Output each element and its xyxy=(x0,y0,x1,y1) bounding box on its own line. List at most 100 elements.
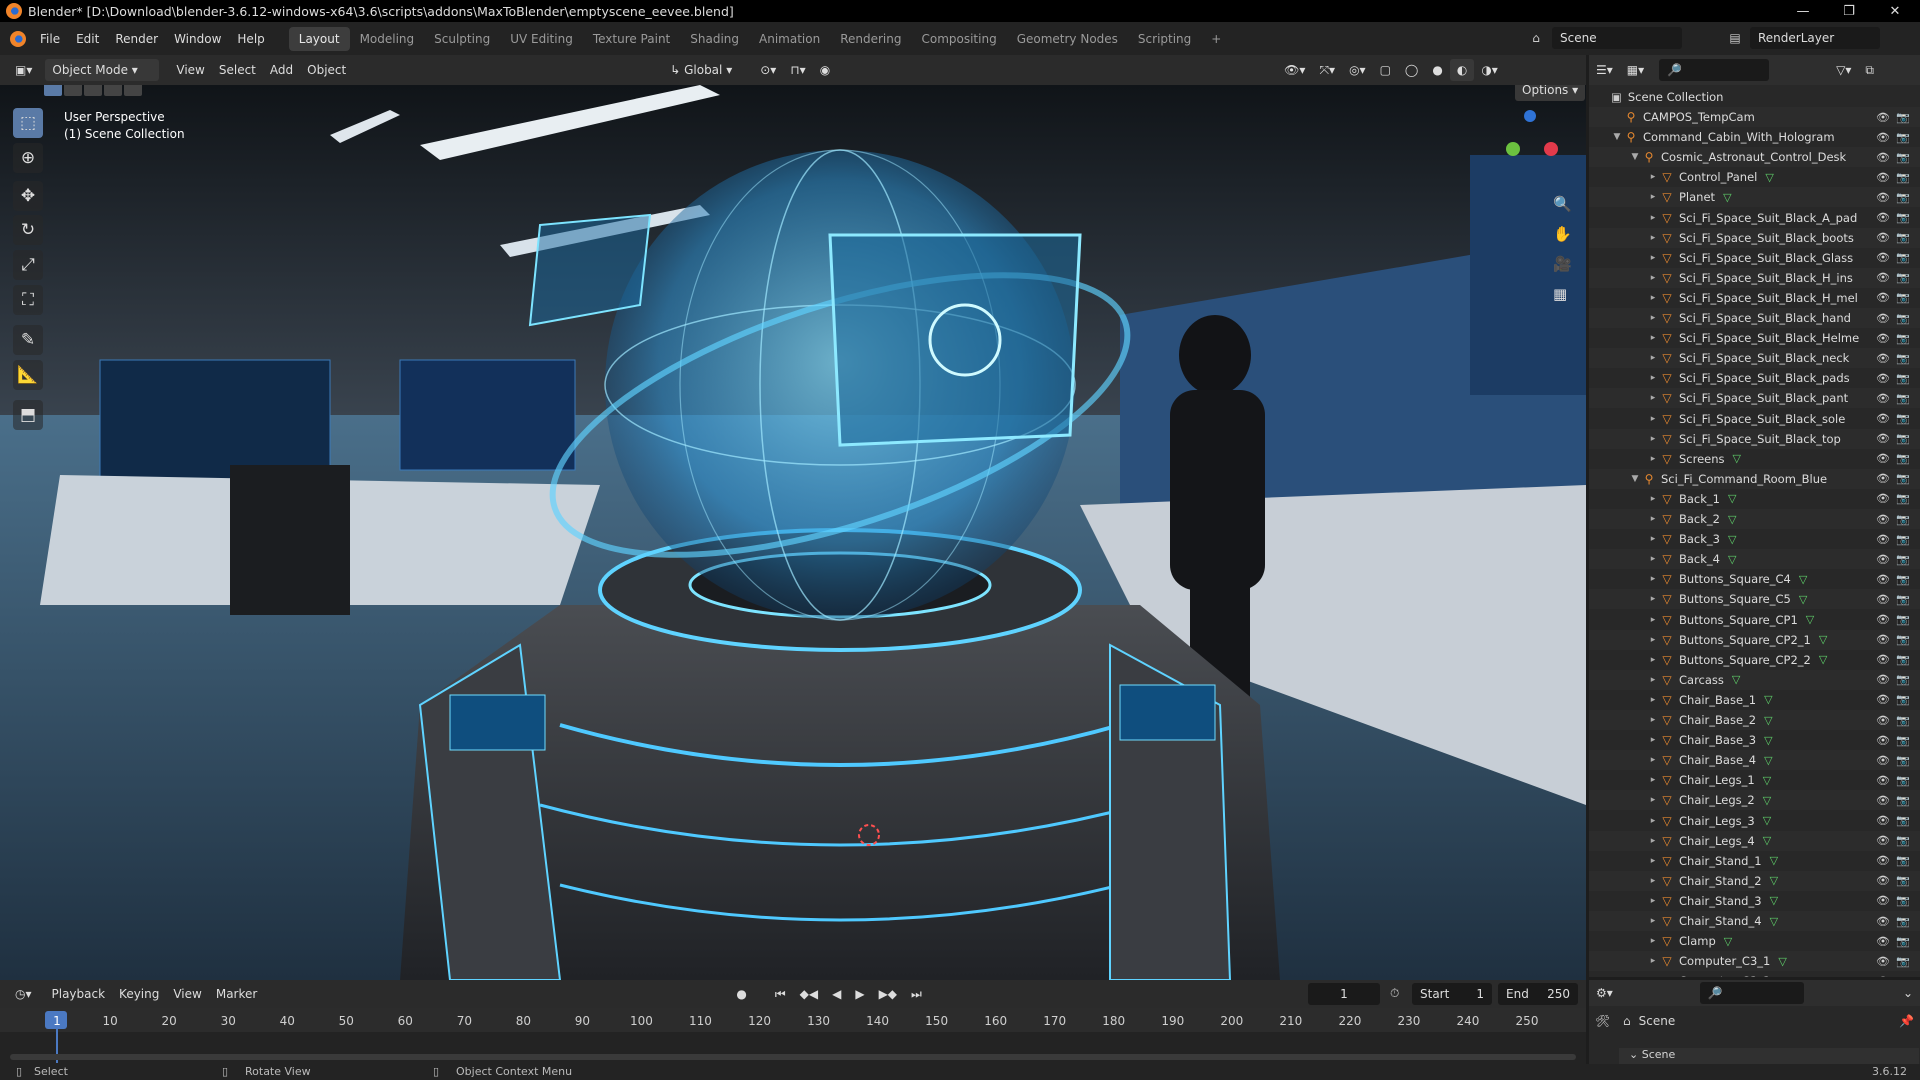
outliner-row[interactable]: ▸ ▽ Sci_Fi_Space_Suit_Black_Helme 👁 📷 xyxy=(1589,328,1920,348)
outliner-row[interactable]: ▸ ▽ Planet ▽ 👁 📷 xyxy=(1589,187,1920,208)
visibility-eye-icon[interactable]: 👁 xyxy=(1876,513,1890,526)
render-camera-icon[interactable]: 📷 xyxy=(1896,131,1910,144)
x-axis-icon[interactable] xyxy=(1544,142,1558,156)
expand-toggle-icon[interactable]: ▸ xyxy=(1647,755,1659,765)
tab-modeling[interactable]: Modeling xyxy=(350,27,425,51)
render-camera-icon[interactable]: 📷 xyxy=(1896,151,1910,164)
transform-tool-icon[interactable]: ⛶ xyxy=(13,285,43,315)
expand-toggle-icon[interactable]: ▸ xyxy=(1647,956,1659,966)
visibility-eye-icon[interactable]: 👁 xyxy=(1876,231,1890,244)
select-subtract-icon[interactable] xyxy=(84,85,102,96)
proportional-edit-icon[interactable]: ◉ xyxy=(813,59,837,81)
move-tool-icon[interactable]: ✥ xyxy=(13,181,43,211)
tab-texture-paint[interactable]: Texture Paint xyxy=(583,27,680,51)
expand-toggle-icon[interactable]: ▸ xyxy=(1647,936,1659,946)
viewport-menu-select[interactable]: Select xyxy=(212,59,263,81)
annotate-tool-icon[interactable]: ✎ xyxy=(13,325,43,355)
expand-toggle-icon[interactable]: ▸ xyxy=(1647,695,1659,705)
render-camera-icon[interactable]: 📷 xyxy=(1896,673,1910,686)
visibility-eye-icon[interactable]: 👁 xyxy=(1876,352,1890,365)
add-cube-tool-icon[interactable]: ⬒ xyxy=(13,400,43,430)
outliner-row[interactable]: ▸ ▽ Back_3 ▽ 👁 📷 xyxy=(1589,529,1920,549)
rotate-tool-icon[interactable]: ↻ xyxy=(13,215,43,245)
visibility-eye-icon[interactable]: 👁 xyxy=(1876,593,1890,606)
outliner-row[interactable]: ▸ ▽ Clamp ▽ 👁 📷 xyxy=(1589,931,1920,951)
wireframe-shading-icon[interactable]: ◯ xyxy=(1398,59,1425,81)
tab-animation[interactable]: Animation xyxy=(749,27,830,51)
visibility-eye-icon[interactable]: 👁 xyxy=(1876,935,1890,948)
expand-toggle-icon[interactable]: ▸ xyxy=(1647,856,1659,866)
scene-selector[interactable]: Scene xyxy=(1552,27,1682,49)
next-keyframe-icon[interactable]: ▶◆ xyxy=(872,983,904,1005)
select-extend-icon[interactable] xyxy=(64,85,82,96)
expand-toggle-icon[interactable]: ▸ xyxy=(1647,594,1659,604)
select-new-icon[interactable] xyxy=(44,85,62,96)
view-layer-icon[interactable]: ▤ xyxy=(1724,27,1746,49)
expand-toggle-icon[interactable]: ▸ xyxy=(1647,414,1659,424)
visibility-eye-icon[interactable]: 👁 xyxy=(1876,814,1890,827)
menu-window[interactable]: Window xyxy=(166,27,229,51)
render-camera-icon[interactable]: 📷 xyxy=(1896,794,1910,807)
render-camera-icon[interactable]: 📷 xyxy=(1896,754,1910,767)
expand-toggle-icon[interactable]: ▸ xyxy=(1647,393,1659,403)
render-camera-icon[interactable]: 📷 xyxy=(1896,231,1910,244)
frame-ruler[interactable]: 1 10 20 30 40 50 60 70 80 90 100 110 120 130 140 150 160… xyxy=(0,1008,1586,1032)
visibility-eye-icon[interactable]: 👁 xyxy=(1876,533,1890,546)
visibility-eye-icon[interactable]: 👁 xyxy=(1876,854,1890,867)
menu-render[interactable]: Render xyxy=(107,27,166,51)
outliner-row[interactable]: ▸ ▽ Sci_Fi_Space_Suit_Black_Glass 👁 📷 xyxy=(1589,248,1920,268)
outliner-row[interactable]: ▸ ▽ Chair_Base_4 ▽ 👁 📷 xyxy=(1589,750,1920,771)
render-camera-icon[interactable]: 📷 xyxy=(1896,814,1910,827)
maximize-button[interactable]: ❐ xyxy=(1826,0,1872,22)
overlay-icon[interactable]: ◎▾ xyxy=(1342,59,1373,81)
expand-toggle-icon[interactable]: ▸ xyxy=(1647,454,1659,464)
outliner-row[interactable]: ▸ ▽ Chair_Stand_2 ▽ 👁 📷 xyxy=(1589,870,1920,891)
visibility-icon[interactable]: 👁▾ xyxy=(1277,59,1312,81)
visibility-eye-icon[interactable]: 👁 xyxy=(1876,332,1890,345)
render-camera-icon[interactable]: 📷 xyxy=(1896,312,1910,325)
visibility-eye-icon[interactable]: 👁 xyxy=(1876,714,1890,727)
prev-keyframe-icon[interactable]: ◆◀ xyxy=(793,983,825,1005)
outliner-root[interactable]: ▣ Scene Collection xyxy=(1589,87,1920,107)
outliner-row[interactable]: ▸ ▽ Chair_Legs_2 ▽ 👁 📷 xyxy=(1589,790,1920,811)
render-camera-icon[interactable]: 📷 xyxy=(1896,271,1910,284)
blender-menu-icon[interactable] xyxy=(10,30,26,47)
render-camera-icon[interactable]: 📷 xyxy=(1896,613,1910,626)
outliner-row[interactable]: ▸ ▽ Back_2 ▽ 👁 📷 xyxy=(1589,509,1920,529)
play-icon[interactable]: ▶ xyxy=(848,983,871,1005)
outliner-row[interactable]: ▸ ▽ Sci_Fi_Space_Suit_Black_H_mel 👁 📷 xyxy=(1589,288,1920,308)
3d-viewport[interactable]: User Perspective (1) Scene Collection ⬚ … xyxy=(0,85,1586,980)
render-camera-icon[interactable]: 📷 xyxy=(1896,874,1910,887)
outliner-row[interactable]: ▸ ▽ Sci_Fi_Space_Suit_Black_pads 👁 📷 xyxy=(1589,368,1920,388)
outliner-row[interactable]: ▸ ▽ Chair_Base_3 ▽ 👁 📷 xyxy=(1589,730,1920,750)
solid-shading-icon[interactable]: ● xyxy=(1425,59,1449,81)
render-camera-icon[interactable]: 📷 xyxy=(1896,593,1910,606)
visibility-eye-icon[interactable]: 👁 xyxy=(1876,432,1890,445)
render-camera-icon[interactable]: 📷 xyxy=(1896,452,1910,465)
outliner-row[interactable]: ▸ ▽ Buttons_Square_C5 ▽ 👁 📷 xyxy=(1589,589,1920,610)
view-layer-selector[interactable]: RenderLayer xyxy=(1750,27,1880,49)
viewport-menu-add[interactable]: Add xyxy=(263,59,300,81)
mode-selector[interactable]: Object Mode ▾ xyxy=(45,59,160,81)
visibility-eye-icon[interactable]: 👁 xyxy=(1876,774,1890,787)
render-camera-icon[interactable]: 📷 xyxy=(1896,834,1910,847)
outliner-row[interactable]: ▸ ▽ Sci_Fi_Space_Suit_Black_boots 👁 📷 xyxy=(1589,227,1920,248)
camera-view-icon[interactable]: 🎥 xyxy=(1553,255,1572,273)
visibility-eye-icon[interactable]: 👁 xyxy=(1876,794,1890,807)
render-camera-icon[interactable]: 📷 xyxy=(1896,854,1910,867)
visibility-eye-icon[interactable]: 👁 xyxy=(1876,492,1890,505)
visibility-eye-icon[interactable]: 👁 xyxy=(1876,111,1890,124)
expand-toggle-icon[interactable]: ▸ xyxy=(1647,172,1659,182)
render-camera-icon[interactable]: 📷 xyxy=(1896,653,1910,666)
y-axis-icon[interactable] xyxy=(1506,142,1520,156)
expand-toggle-icon[interactable]: ▸ xyxy=(1647,313,1659,323)
tab-layout[interactable]: Layout xyxy=(288,26,350,51)
menu-help[interactable]: Help xyxy=(229,27,272,51)
render-camera-icon[interactable]: 📷 xyxy=(1896,693,1910,706)
outliner-row[interactable]: ▸ ▽ Sci_Fi_Space_Suit_Black_pant 👁 📷 xyxy=(1589,388,1920,409)
outliner-row[interactable]: ▸ ▽ Sci_Fi_Space_Suit_Black_H_ins 👁 📷 xyxy=(1589,267,1920,288)
end-frame-field[interactable]: End 250 xyxy=(1498,983,1578,1005)
visibility-eye-icon[interactable]: 👁 xyxy=(1876,975,1890,977)
viewport-menu-view[interactable]: View xyxy=(169,59,211,81)
outliner-row[interactable]: ▸ ▽ Chair_Legs_1 ▽ 👁 📷 xyxy=(1589,770,1920,790)
